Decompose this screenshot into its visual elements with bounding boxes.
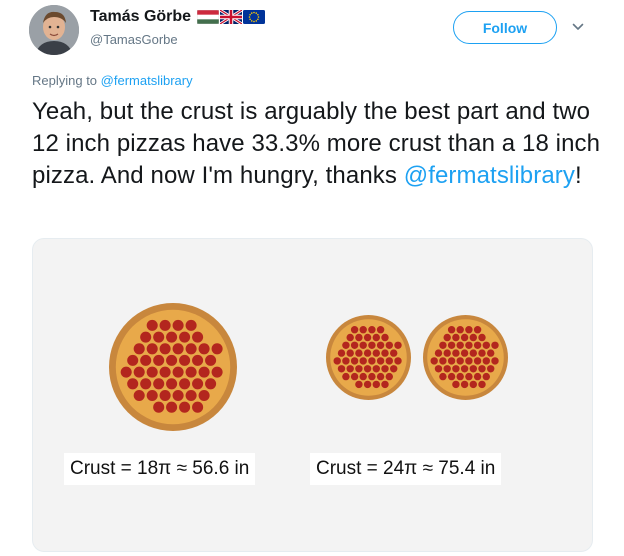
tweet-mention-link[interactable]: @fermatslibrary xyxy=(404,162,575,189)
follow-button[interactable]: Follow xyxy=(453,11,557,44)
small-pizza-image-right xyxy=(423,315,508,400)
hungary-flag-icon xyxy=(197,10,220,24)
small-pizza-image-left xyxy=(326,315,411,400)
user-name[interactable]: Tamás Görbe xyxy=(90,8,266,26)
large-pizza-image xyxy=(109,303,237,431)
eu-flag-icon xyxy=(243,10,266,24)
avatar[interactable] xyxy=(29,5,79,55)
tweet-text-end: ! xyxy=(574,162,582,189)
flag-group xyxy=(197,10,266,24)
reply-mention-link[interactable]: @fermatslibrary xyxy=(101,73,193,88)
chevron-down-icon[interactable] xyxy=(571,20,585,34)
small-pizzas-crust-label: Crust = 24π ≈ 75.4 in xyxy=(310,453,502,485)
uk-flag-icon xyxy=(220,10,243,24)
tweet-text: Yeah, but the crust is arguably the best… xyxy=(32,96,602,192)
reply-prefix: Replying to xyxy=(32,73,98,88)
reply-context: Replying to @fermatslibrary xyxy=(32,73,193,88)
user-handle[interactable]: @TamasGorbe xyxy=(90,32,178,47)
large-pizza-crust-label: Crust = 18π ≈ 56.6 in xyxy=(64,453,256,485)
user-name-text: Tamás Görbe xyxy=(90,8,192,25)
